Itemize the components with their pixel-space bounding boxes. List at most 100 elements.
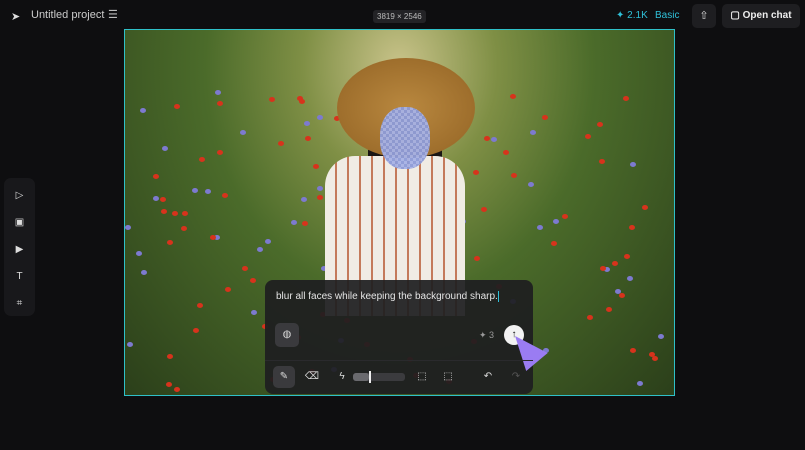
flower <box>242 265 249 271</box>
flower <box>628 224 635 230</box>
flower <box>161 209 168 215</box>
smart-select-icon[interactable]: ⬚ <box>437 366 459 388</box>
flower <box>205 188 212 194</box>
flower <box>250 278 257 284</box>
flower <box>126 342 133 348</box>
flower <box>317 186 324 192</box>
flower <box>162 145 169 151</box>
image-dimensions: 3819 × 2546 <box>373 10 426 23</box>
flower <box>239 130 246 136</box>
top-bar: ➤ Untitled project ☰ 3819 × 2546 ✦ 2.1K … <box>0 0 805 30</box>
flower <box>139 108 146 114</box>
flower <box>193 327 200 333</box>
flower <box>562 213 569 219</box>
flower <box>291 219 298 225</box>
flower <box>214 90 221 96</box>
flower <box>152 195 159 201</box>
flower <box>528 181 535 187</box>
flower <box>305 136 312 142</box>
flower <box>622 95 629 101</box>
flower <box>630 348 637 354</box>
text-caret <box>497 291 499 302</box>
slider-handle[interactable] <box>368 371 371 383</box>
eraser-icon[interactable]: ⌫ <box>301 366 323 388</box>
flower <box>199 157 206 163</box>
flower <box>174 104 181 110</box>
flower <box>542 115 549 121</box>
brush-icon[interactable]: ✎ <box>273 366 295 388</box>
flower <box>473 170 480 176</box>
image-tool-icon[interactable]: ▣ <box>4 209 35 236</box>
redo-icon[interactable]: ↷ <box>505 366 527 388</box>
undo-icon[interactable]: ↶ <box>477 366 499 388</box>
flower <box>166 381 173 387</box>
menu-icon[interactable]: ☰ <box>108 8 118 21</box>
flower <box>529 129 536 135</box>
flower <box>623 253 630 259</box>
flower <box>587 315 594 321</box>
flower <box>166 239 173 245</box>
flower <box>618 293 625 299</box>
flower <box>657 334 664 340</box>
slider-fill <box>353 373 369 381</box>
flower <box>584 133 591 139</box>
flower <box>125 225 131 231</box>
plan-badge[interactable]: Basic <box>655 10 679 21</box>
flower <box>302 221 309 227</box>
flower <box>251 309 258 315</box>
credit-cost: ✦ 3 <box>479 330 495 340</box>
flower <box>191 187 198 193</box>
flower <box>181 226 188 232</box>
mask-toolbar: ✎ ⌫ ϟ ⬚ ⬚ ↶ ↷ <box>265 360 533 394</box>
prompt-input[interactable]: blur all faces while keeping the backgro… <box>276 291 499 302</box>
open-chat-button[interactable]: ▢ Open chat <box>722 4 800 28</box>
flower <box>491 137 498 143</box>
flower <box>502 150 509 156</box>
flower <box>173 387 180 393</box>
palette-icon: ◍ <box>282 329 292 340</box>
credit-cost-value: 3 <box>489 330 495 340</box>
flower <box>141 270 148 276</box>
flower <box>222 193 229 199</box>
flower <box>484 136 491 142</box>
flower <box>303 120 310 126</box>
flower <box>153 173 160 179</box>
flower <box>136 251 143 257</box>
flower <box>278 141 285 147</box>
flower <box>636 380 643 386</box>
project-title[interactable]: Untitled project <box>31 9 104 21</box>
share-icon: ⇧ <box>699 10 709 22</box>
flower <box>167 354 174 360</box>
select-tool-icon[interactable]: ▷ <box>4 182 35 209</box>
video-tool-icon[interactable]: ▶ <box>4 236 35 263</box>
style-button[interactable]: ◍ <box>275 323 299 347</box>
open-chat-label: Open chat <box>742 10 792 21</box>
text-tool-icon[interactable]: T <box>4 263 35 290</box>
share-button[interactable]: ⇧ <box>692 4 716 28</box>
flower <box>216 101 223 107</box>
flower <box>626 275 633 281</box>
flower <box>312 164 319 170</box>
flower <box>598 158 605 164</box>
flower <box>629 161 636 167</box>
flower <box>553 218 560 224</box>
flower <box>182 211 189 217</box>
flower <box>299 98 306 104</box>
credits-value: 2.1K <box>627 10 648 21</box>
masked-face-region <box>380 107 430 169</box>
credits[interactable]: ✦ 2.1K <box>616 10 648 21</box>
flower <box>264 238 271 244</box>
flower <box>648 352 655 358</box>
cursor-logo-icon[interactable]: ➤ <box>11 10 20 23</box>
lasso-brush-icon[interactable]: ϟ <box>331 366 353 388</box>
frame-tool-icon[interactable]: ⌗ <box>4 290 35 317</box>
flower <box>510 94 517 100</box>
rect-select-icon[interactable]: ⬚ <box>411 366 433 388</box>
flower <box>510 172 517 178</box>
flower <box>605 306 612 312</box>
sparkle-icon: ✦ <box>616 10 625 21</box>
brush-size-slider[interactable] <box>353 371 405 383</box>
flower <box>316 195 323 201</box>
flower <box>216 150 223 156</box>
flower <box>317 114 324 120</box>
